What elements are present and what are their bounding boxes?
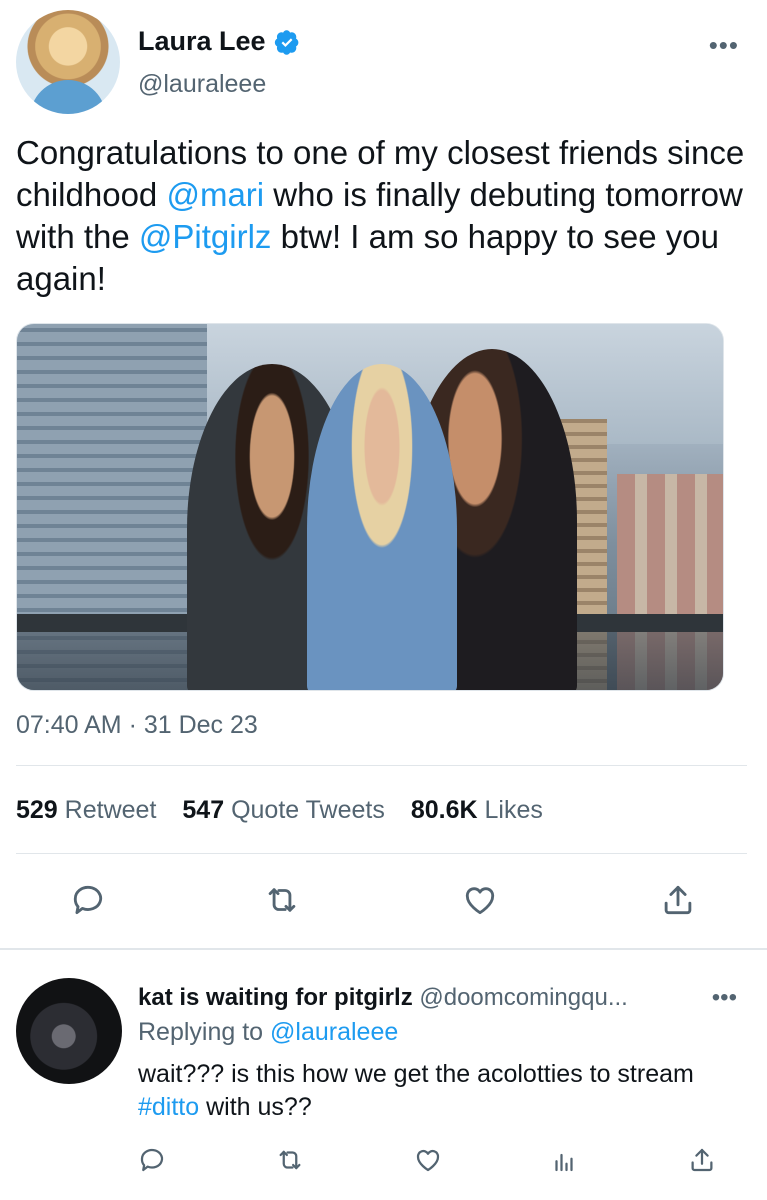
share-button[interactable] [656, 878, 700, 922]
reply-tweet[interactable]: kat is waiting for pitgirlz @doomcomingq… [0, 962, 767, 1200]
reply-text: wait??? is this how we get the acolottie… [138, 1060, 694, 1121]
reply-button[interactable] [66, 878, 110, 922]
like-icon [465, 887, 495, 915]
author-display-name[interactable]: Laura Lee [138, 26, 266, 57]
tweet-stats: 529 Retweet 547 Quote Tweets 80.6K Likes [16, 796, 543, 825]
mention-link[interactable]: @mari [166, 176, 264, 213]
quote-tweets-stat[interactable]: 547 Quote Tweets [182, 796, 384, 825]
mention-link[interactable]: @Pitgirlz [139, 218, 272, 255]
more-icon[interactable]: ••• [709, 32, 739, 58]
verified-icon [274, 29, 298, 55]
analytics-button[interactable] [546, 1142, 582, 1178]
reply-header: kat is waiting for pitgirlz @doomcomingq… [138, 984, 708, 1012]
tweet-header: Laura Lee @lauraleee ••• [16, 10, 751, 114]
retweet-icon [268, 888, 296, 912]
share-icon [691, 1148, 713, 1172]
reply-action-bar [0, 1142, 767, 1182]
reply-author-handle[interactable]: @doomcomingqu... [419, 984, 627, 1011]
divider [16, 853, 747, 854]
tweet-action-bar [0, 878, 767, 928]
divider [16, 765, 747, 766]
reply-icon [140, 1148, 164, 1172]
replying-to: Replying to @lauraleee [138, 1018, 399, 1046]
share-icon [664, 885, 692, 915]
tweet-text: Congratulations to one of my closest fri… [16, 132, 756, 300]
retweet-icon [279, 1150, 301, 1170]
tweet-photo[interactable] [16, 323, 724, 691]
author-avatar[interactable] [16, 10, 120, 114]
reply-button[interactable] [134, 1142, 170, 1178]
reply-author-avatar[interactable] [16, 978, 122, 1084]
reply-icon [73, 885, 103, 915]
author-name-row: Laura Lee [138, 26, 300, 57]
retweet-button[interactable] [272, 1142, 308, 1178]
retweets-stat[interactable]: 529 Retweet [16, 796, 156, 825]
author-handle[interactable]: @lauraleee [138, 70, 266, 99]
retweet-button[interactable] [260, 878, 304, 922]
likes-stat[interactable]: 80.6K Likes [411, 796, 543, 825]
like-button[interactable] [410, 1142, 446, 1178]
mention-link[interactable]: @lauraleee [270, 1018, 398, 1046]
reply-author-name[interactable]: kat is waiting for pitgirlz [138, 984, 413, 1011]
share-button[interactable] [684, 1142, 720, 1178]
tweet-timestamp[interactable]: 07:40 AM · 31 Dec 23 [16, 711, 258, 740]
more-icon[interactable]: ••• [712, 984, 737, 1012]
section-divider [0, 948, 767, 950]
like-icon [416, 1149, 440, 1172]
like-button[interactable] [458, 878, 502, 922]
analytics-icon [555, 1153, 573, 1172]
hashtag-link[interactable]: #ditto [138, 1093, 199, 1121]
